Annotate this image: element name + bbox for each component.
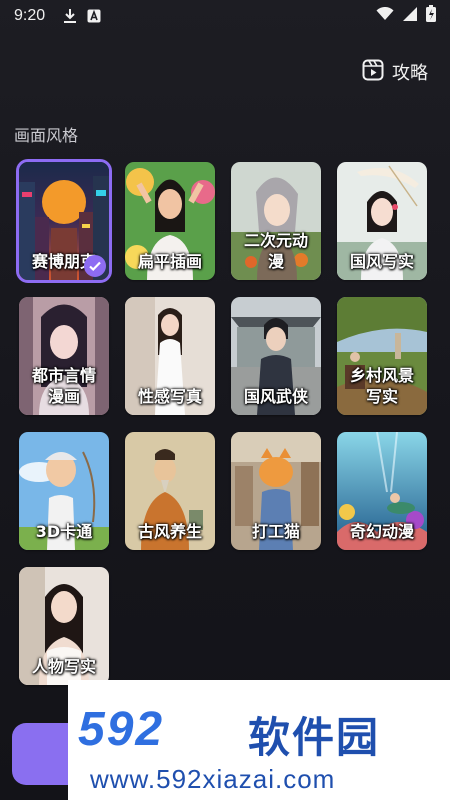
style-card-rural-landscape[interactable]: 乡村风景 写实: [337, 297, 427, 415]
video-guide-icon: [362, 59, 384, 86]
style-label: 古风养生: [137, 522, 202, 541]
guide-label: 攻略: [392, 63, 428, 84]
style-card-urban-romance-manga[interactable]: 都市言情 漫画: [19, 297, 109, 415]
style-label: 人物写实: [31, 657, 96, 676]
section-title-style: 画面风格: [14, 126, 79, 145]
style-card-chinese-wuxia[interactable]: 国风武侠: [231, 297, 321, 415]
wifi-icon: [376, 6, 394, 26]
status-time: 9:20: [14, 7, 46, 24]
download-icon: [63, 8, 77, 24]
keyboard-a-icon: [87, 9, 101, 23]
style-card-portrait-realistic[interactable]: 人物写实: [19, 567, 109, 685]
style-card-cyberpunk[interactable]: 赛博朋克: [16, 159, 112, 283]
style-card-fantasy-anime[interactable]: 奇幻动漫: [337, 432, 427, 550]
style-label: 性感写真: [137, 387, 202, 406]
style-card-sexy-portrait[interactable]: 性感写真: [125, 297, 215, 415]
style-grid: 赛博朋克 扁平插画 二次元动 漫 国风写实 都市言情 漫画 性感写真 国风武侠 …: [16, 159, 427, 685]
style-label: 3D卡通: [35, 522, 93, 541]
style-label: 乡村风景 写实: [349, 366, 414, 406]
style-label: 打工猫: [251, 522, 300, 541]
selected-check-icon: [84, 255, 106, 277]
style-label: 二次元动 漫: [243, 231, 308, 271]
signal-icon: [402, 6, 418, 26]
style-card-ancient-wellness[interactable]: 古风养生: [125, 432, 215, 550]
status-bar: 9:20: [0, 0, 450, 32]
style-label: 扁平插画: [137, 252, 202, 271]
watermark-name: 软件园: [248, 713, 381, 762]
style-card-chinese-realistic[interactable]: 国风写实: [337, 162, 427, 280]
style-label: 奇幻动漫: [349, 522, 414, 541]
style-label: 国风武侠: [243, 387, 308, 406]
style-card-3d-cartoon[interactable]: 3D卡通: [19, 432, 109, 550]
style-card-anime[interactable]: 二次元动 漫: [231, 162, 321, 280]
battery-icon: [426, 5, 436, 27]
style-card-working-cat[interactable]: 打工猫: [231, 432, 321, 550]
style-label: 国风写实: [349, 252, 414, 271]
watermark-url: www.592xiazai.com: [90, 764, 336, 794]
style-label: 都市言情 漫画: [31, 366, 96, 406]
watermark-logo: 592: [78, 703, 165, 756]
style-card-flat-illustration[interactable]: 扁平插画: [125, 162, 215, 280]
guide-button[interactable]: 攻略: [362, 59, 428, 86]
watermark-overlay: 592 软件园 www.592xiazai.com: [68, 680, 450, 800]
